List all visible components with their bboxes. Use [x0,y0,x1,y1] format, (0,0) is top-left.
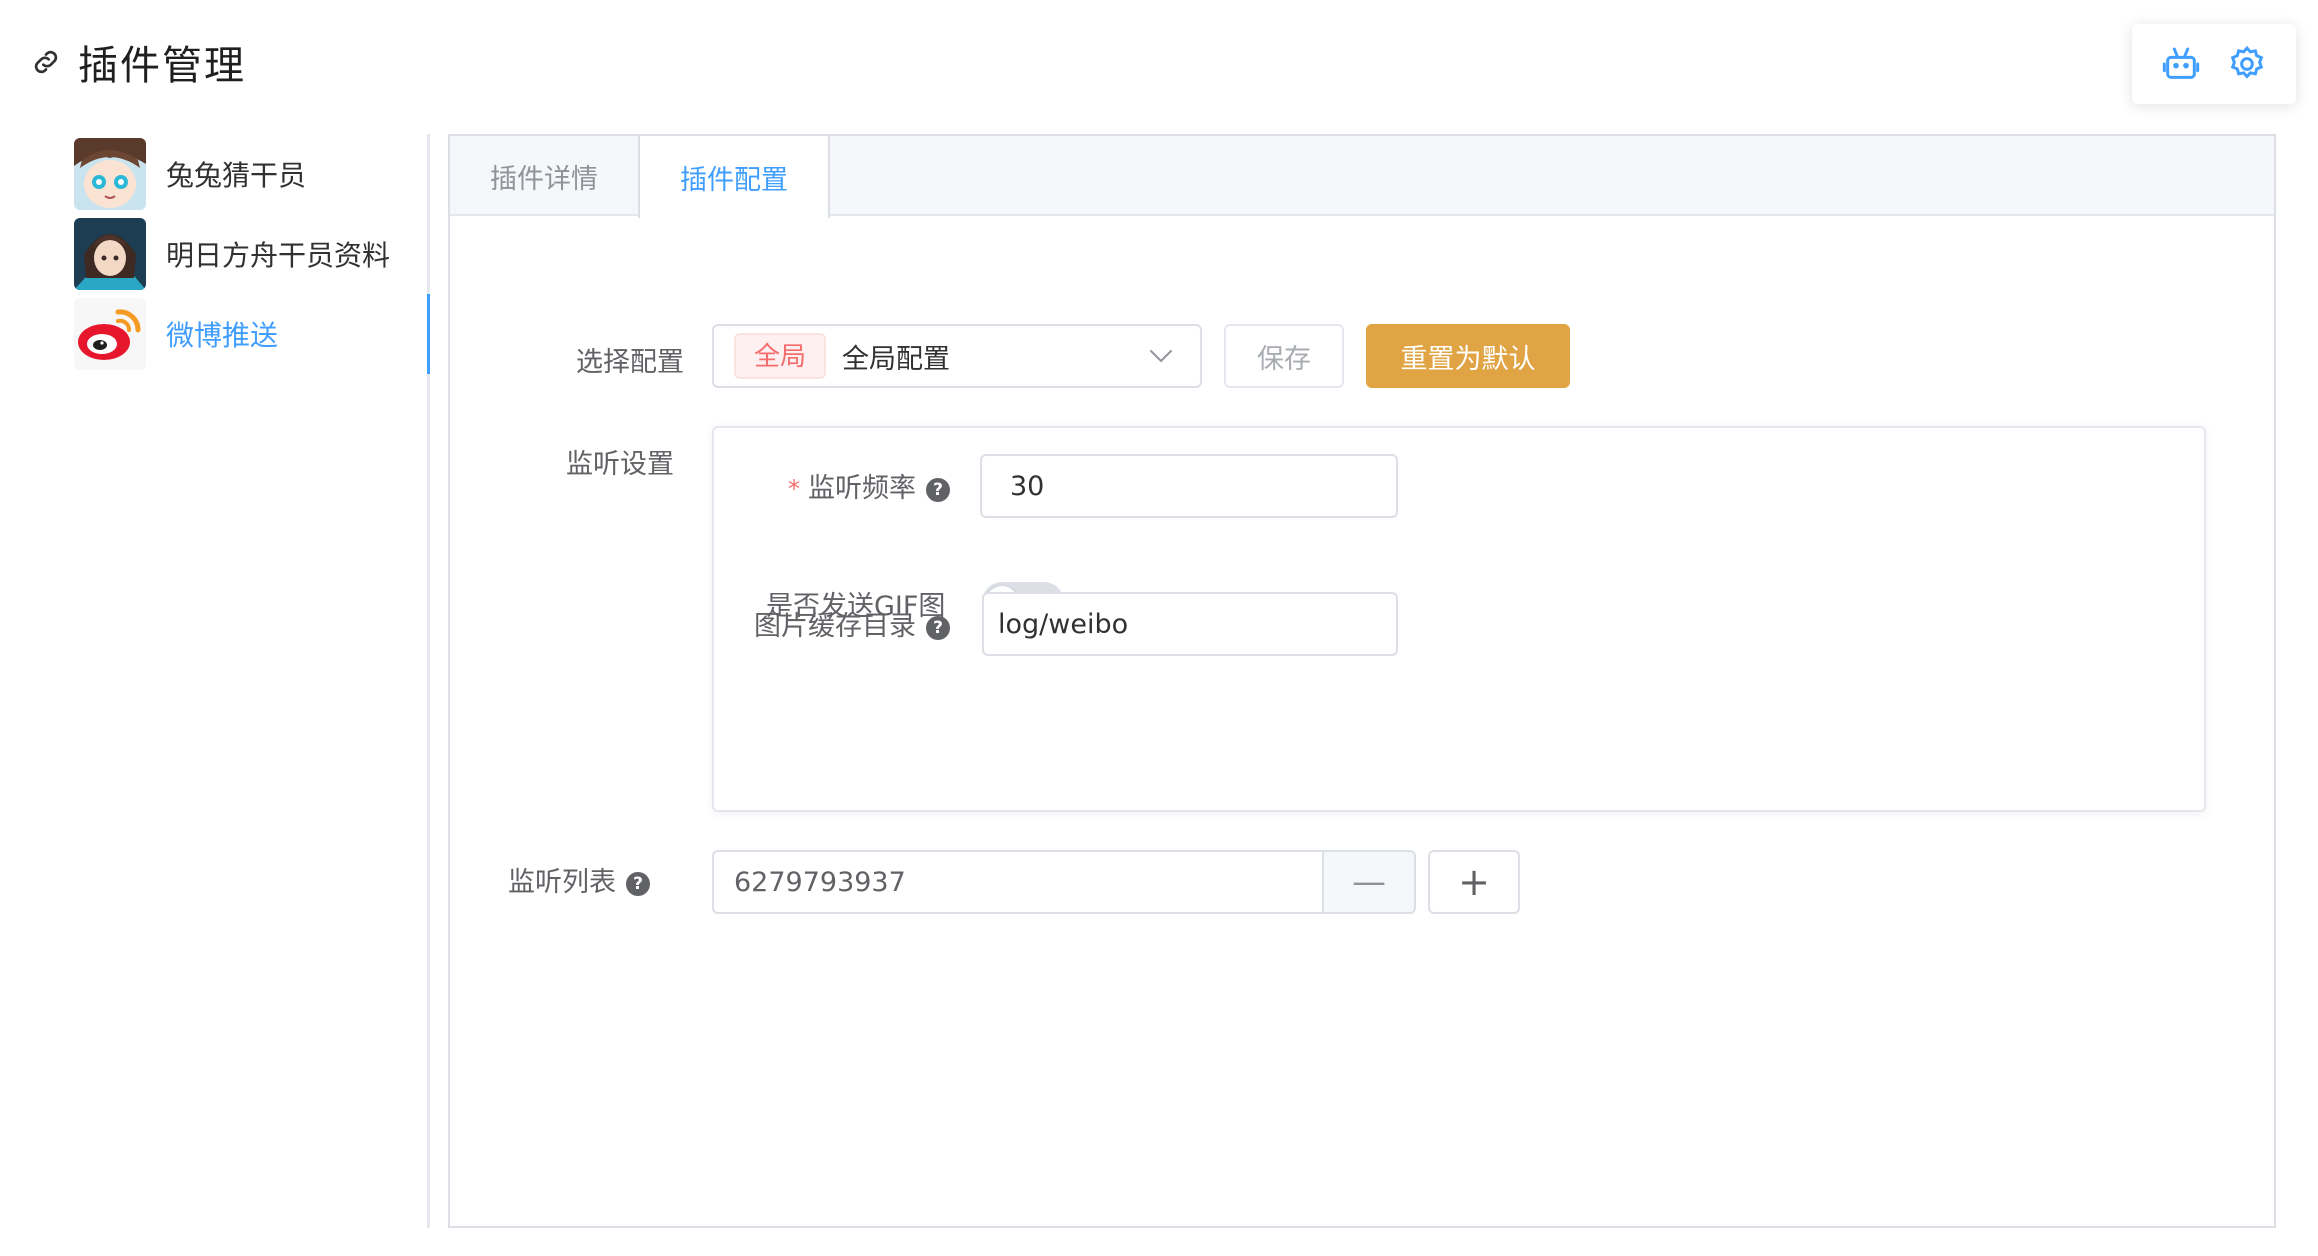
tab-plugin-details[interactable]: 插件详情 [450,136,638,216]
scope-tag: 全局 [734,333,827,379]
monitor-settings-card: * 监听频率? 30 是否发送GIF图 图片缓存目录? log/weibo [712,426,2206,812]
sidebar-item-label: 微博推送 [166,319,279,352]
cache-dir-label: 图片缓存目录? [754,604,950,643]
page-header: 插件管理 [28,36,246,89]
robot-icon[interactable] [2159,42,2203,86]
required-mark: * [788,475,800,503]
sidebar-item-label: 兔兔猜干员 [166,159,307,192]
sidebar-item-rabbit-guess[interactable]: 兔兔猜干员 [74,134,427,214]
plugin-panel: 插件详情 插件配置 选择配置 全局 全局配置 保存 重置为默认 监听设置 * 监听… [448,134,2276,1228]
config-select[interactable]: 全局 全局配置 [712,324,1202,388]
help-icon[interactable]: ? [926,477,950,502]
select-config-label: 选择配置 [576,347,684,378]
help-icon[interactable]: ? [626,871,650,896]
sidebar-item-operator-info[interactable]: 明日方舟干员资料 [74,214,427,294]
page-title: 插件管理 [78,43,246,89]
remove-item-button[interactable]: — [1322,850,1416,914]
gear-icon[interactable] [2225,42,2269,86]
tab-plugin-config[interactable]: 插件配置 [638,136,830,218]
monitor-settings-label: 监听设置 [566,449,674,480]
plugin-avatar [74,218,146,290]
link-icon [28,44,64,80]
frequency-input[interactable]: 30 [980,454,1398,518]
reset-default-button[interactable]: 重置为默认 [1366,324,1570,388]
tab-bar: 插件详情 插件配置 [450,136,2274,218]
help-icon[interactable]: ? [926,615,950,640]
plugin-avatar [74,138,146,210]
top-actions [2132,24,2296,104]
config-select-value: 全局配置 [842,343,951,375]
sidebar-item-label: 明日方舟干员资料 [166,239,391,272]
frequency-label-text: 监听频率 [808,473,916,504]
cache-dir-label-text: 图片缓存目录 [754,611,916,642]
monitor-list-label-text: 监听列表 [508,867,616,898]
add-item-button[interactable]: + [1428,850,1520,914]
monitor-list-label: 监听列表? [508,860,650,899]
cache-dir-input[interactable]: log/weibo [982,592,1398,656]
chevron-down-icon [1148,348,1182,364]
weibo-logo-icon [74,298,146,370]
plugin-sidebar: 兔兔猜干员 明日方舟干员资料 微博推送 [74,134,430,1228]
sidebar-item-weibo-push[interactable]: 微博推送 [74,294,430,374]
save-button[interactable]: 保存 [1224,324,1344,388]
frequency-label: * 监听频率? [788,466,950,505]
monitor-list-input[interactable]: 6279793937 [712,850,1322,914]
